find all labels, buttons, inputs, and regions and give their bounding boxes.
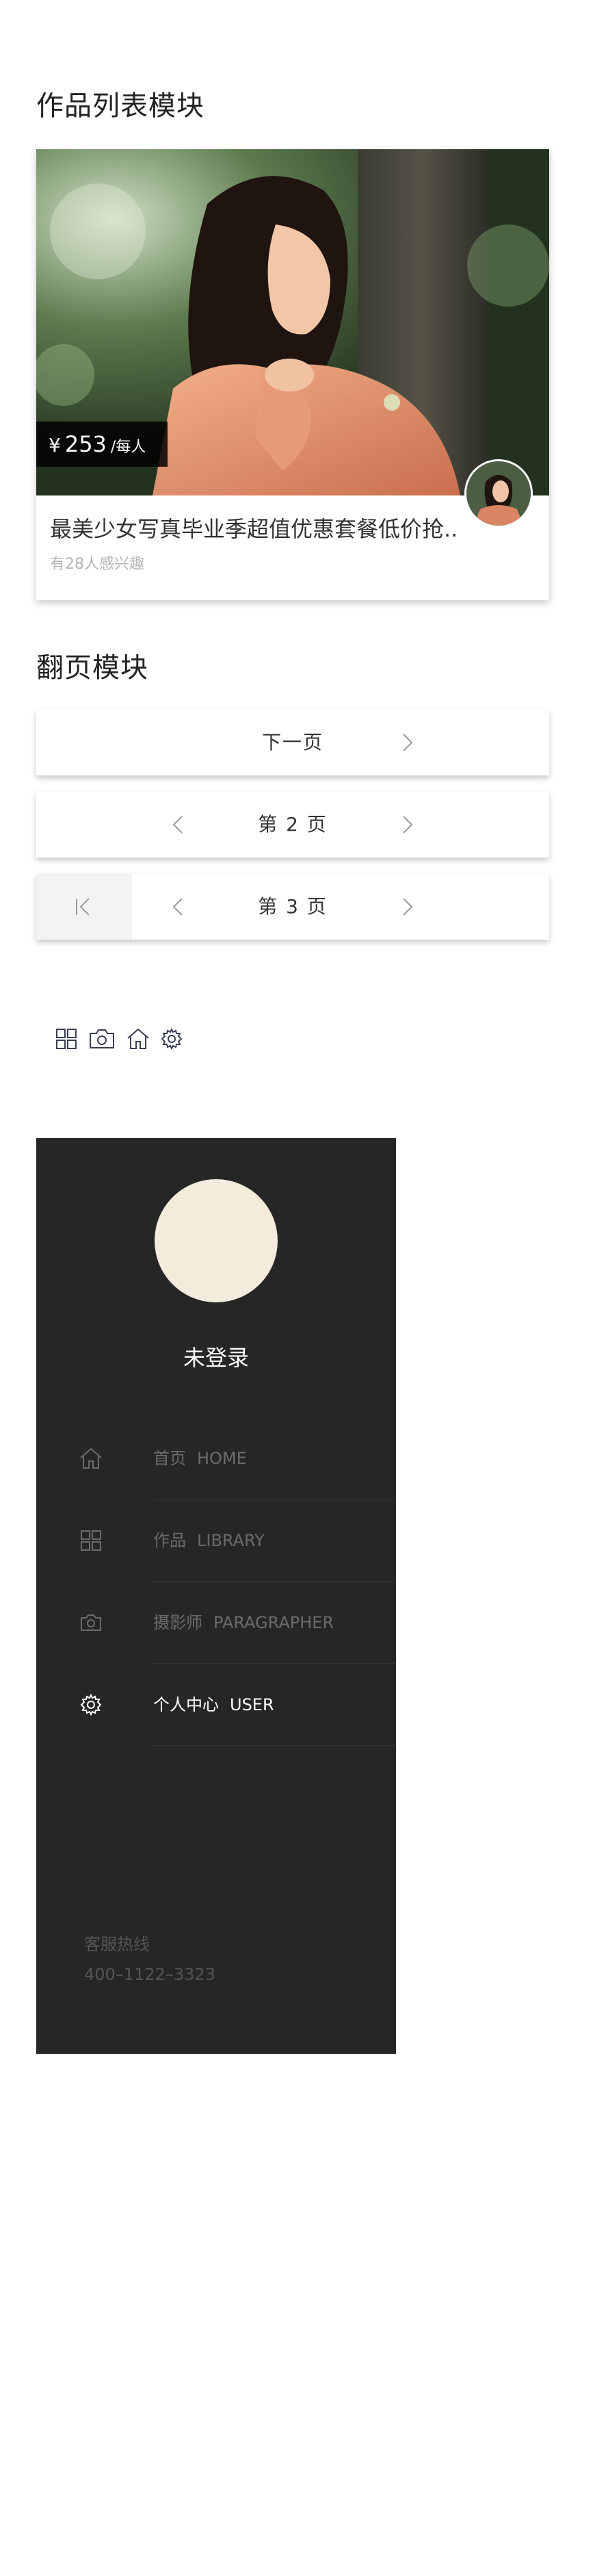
login-status[interactable]: 未登录 [36, 1341, 396, 1372]
menu-item-library[interactable]: 作品 LIBRARY [36, 1499, 396, 1582]
work-interest-count: 有28人感兴趣 [50, 556, 144, 573]
grid-icon [55, 1027, 78, 1053]
section-title-pager: 翻页模块 [36, 652, 148, 684]
menu-label-en: HOME [197, 1449, 247, 1468]
gear-icon [160, 1027, 183, 1053]
menu-label-cn: 首页 [153, 1449, 186, 1468]
section-title-works: 作品列表模块 [36, 90, 204, 122]
work-title[interactable]: 最美少女写真毕业季超值优惠套餐低价抢.. [50, 512, 474, 543]
pager-label: 第 3 页 [258, 895, 328, 918]
pager-label: 下一页 [261, 731, 323, 754]
pager-first-prev-next[interactable]: 第 3 页 [36, 874, 549, 940]
work-cover-image[interactable]: ¥ 253 /每人 [36, 149, 549, 495]
chevron-right-icon[interactable] [395, 894, 419, 919]
icon-set [55, 1027, 183, 1054]
price-tag: ¥ 253 /每人 [36, 422, 168, 467]
menu-label-cn: 作品 [153, 1531, 186, 1550]
menu-item-home[interactable]: 首页 HOME [36, 1417, 396, 1499]
grid-icon [81, 1530, 101, 1551]
home-icon [126, 1027, 150, 1053]
camera-icon [88, 1027, 116, 1053]
camera-icon [81, 1614, 101, 1631]
price-unit: /每人 [110, 439, 146, 456]
price-currency: ¥ [49, 434, 61, 456]
hotline-label: 客服热线 [84, 1935, 150, 1954]
menu-label-cn: 摄影师 [153, 1613, 202, 1632]
pager-label: 第 2 页 [258, 813, 328, 836]
hotline-number[interactable]: 400–1122–3323 [84, 1965, 215, 1984]
menu-item-label: 摄影师 PARAGRAPHER [153, 1582, 334, 1664]
pager-prev-next[interactable]: 第 2 页 [36, 792, 549, 858]
menu-item-label: 个人中心 USER [153, 1664, 274, 1746]
photographer-avatar[interactable] [464, 459, 533, 528]
gear-icon [80, 1693, 102, 1716]
menu-label-en: LIBRARY [197, 1531, 265, 1550]
side-drawer: 未登录 首页 HOME 作品 LIBRARY 摄影师 PARAGRAPHER 个人中 [36, 1138, 396, 2054]
avatar[interactable] [155, 1179, 278, 1302]
menu-label-en: USER [230, 1695, 274, 1714]
menu-item-label: 作品 LIBRARY [153, 1499, 265, 1582]
menu-item-paragrapher[interactable]: 摄影师 PARAGRAPHER [36, 1582, 396, 1664]
pager-next-only[interactable]: 下一页 [36, 710, 549, 775]
menu-label-en: PARAGRAPHER [213, 1613, 334, 1632]
divider [153, 1745, 396, 1746]
home-icon [80, 1447, 102, 1469]
price-amount: 253 [64, 431, 107, 457]
menu-item-user[interactable]: 个人中心 USER [36, 1664, 396, 1746]
work-card[interactable]: ¥ 253 /每人 最美少女写真毕业季超值优惠套餐低价抢.. 有28人感兴趣 [36, 149, 549, 600]
chevron-right-icon[interactable] [395, 730, 419, 755]
chevron-right-icon[interactable] [395, 812, 419, 837]
menu-item-label: 首页 HOME [153, 1417, 247, 1499]
menu-label-cn: 个人中心 [153, 1695, 219, 1714]
